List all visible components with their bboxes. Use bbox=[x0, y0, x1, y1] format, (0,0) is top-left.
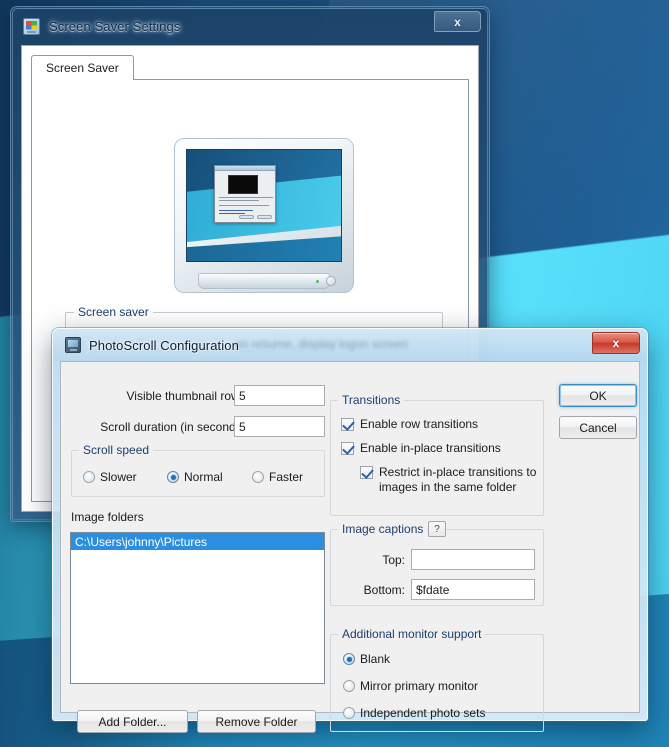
checkbox-label: Restrict in-place transitions to images … bbox=[379, 465, 537, 494]
preview-mini-dialog bbox=[214, 165, 276, 223]
ok-button[interactable]: OK bbox=[559, 384, 637, 407]
checkbox-enable-row-transitions[interactable]: Enable row transitions bbox=[341, 417, 536, 431]
image-captions-group: Image captions ? Top: Bottom: $fdate bbox=[330, 521, 544, 606]
screen-saver-group-legend: Screen saver bbox=[74, 305, 153, 319]
radio-icon bbox=[252, 471, 264, 483]
dialog-title: PhotoScroll Configuration bbox=[89, 337, 239, 353]
checkbox-label: Enable in-place transitions bbox=[360, 441, 501, 455]
radio-scroll-speed-slower[interactable]: Slower bbox=[83, 470, 137, 484]
image-folders-listbox[interactable]: C:\Users\johnny\Pictures bbox=[70, 532, 325, 684]
radio-label: Faster bbox=[269, 470, 304, 484]
radio-scroll-speed-faster[interactable]: Faster bbox=[252, 470, 303, 484]
radio-label: Blank bbox=[360, 652, 391, 666]
checkbox-icon bbox=[341, 418, 354, 431]
radio-label: Independent photo sets bbox=[360, 706, 486, 720]
image-captions-legend: Image captions bbox=[338, 522, 428, 536]
radio-label: Mirror primary monitor bbox=[360, 679, 479, 693]
radio-label: Slower bbox=[100, 470, 137, 484]
caption-top-label: Top: bbox=[382, 553, 405, 567]
monitor-screen bbox=[186, 149, 342, 262]
checkbox-label: Enable row transitions bbox=[360, 417, 479, 431]
window-title: Screen Saver Settings bbox=[49, 18, 181, 34]
monitor-icon bbox=[65, 337, 81, 353]
screen-saver-titlebar[interactable]: Screen Saver Settings bbox=[11, 7, 489, 45]
radio-label: Normal bbox=[184, 470, 223, 484]
remove-folder-button[interactable]: Remove Folder bbox=[197, 710, 316, 733]
tab-screen-saver[interactable]: Screen Saver bbox=[31, 55, 134, 81]
close-icon[interactable]: x bbox=[592, 332, 640, 354]
tab-strip: Screen Saver bbox=[31, 55, 469, 81]
transitions-legend: Transitions bbox=[338, 393, 405, 407]
checkbox-enable-inplace-transitions[interactable]: Enable in-place transitions bbox=[341, 441, 536, 455]
caption-bottom-input[interactable]: $fdate bbox=[411, 579, 535, 600]
monitor-preview bbox=[174, 138, 354, 293]
scroll-speed-legend: Scroll speed bbox=[79, 443, 154, 457]
cancel-button[interactable]: Cancel bbox=[559, 416, 637, 439]
monitor-power-button bbox=[326, 276, 336, 286]
caption-top-input[interactable] bbox=[411, 549, 535, 570]
image-folders-label: Image folders bbox=[71, 510, 144, 524]
radio-icon bbox=[343, 653, 355, 665]
add-folder-button[interactable]: Add Folder... bbox=[77, 710, 188, 733]
radio-icon bbox=[167, 471, 179, 483]
scroll-duration-label: Scroll duration (in seconds): bbox=[100, 420, 249, 434]
radio-monitor-blank[interactable]: Blank bbox=[343, 652, 390, 666]
transitions-group: Transitions Enable row transitions Enabl… bbox=[330, 393, 544, 516]
checkbox-icon bbox=[341, 442, 354, 455]
radio-scroll-speed-normal[interactable]: Normal bbox=[167, 470, 223, 484]
visible-rows-input[interactable]: 5 bbox=[234, 385, 325, 406]
screen-saver-icon bbox=[23, 17, 40, 35]
list-item[interactable]: C:\Users\johnny\Pictures bbox=[71, 533, 324, 550]
scroll-duration-input[interactable]: 5 bbox=[234, 416, 325, 437]
monitor-stand bbox=[198, 273, 330, 289]
close-icon[interactable]: x bbox=[434, 11, 481, 32]
checkbox-icon bbox=[360, 466, 373, 479]
radio-icon bbox=[83, 471, 95, 483]
additional-monitor-support-legend: Additional monitor support bbox=[338, 627, 486, 641]
visible-rows-label: Visible thumbnail rows: bbox=[126, 389, 249, 403]
scroll-speed-group: Scroll speed Slower Normal Faster bbox=[71, 443, 325, 497]
radio-icon bbox=[343, 707, 355, 719]
checkbox-restrict-inplace-transitions[interactable]: Restrict in-place transitions to images … bbox=[360, 465, 538, 495]
photoscroll-titlebar[interactable]: PhotoScroll Configuration bbox=[53, 329, 647, 361]
caption-bottom-label: Bottom: bbox=[363, 583, 405, 597]
photoscroll-configuration-dialog: PhotoScroll Configuration on resume, dis… bbox=[52, 328, 648, 733]
radio-icon bbox=[343, 680, 355, 692]
additional-monitor-support-group: Additional monitor support Blank Mirror … bbox=[330, 627, 544, 732]
monitor-power-led bbox=[316, 280, 319, 283]
help-button[interactable]: ? bbox=[428, 521, 446, 537]
radio-monitor-independent[interactable]: Independent photo sets bbox=[343, 706, 485, 720]
photoscroll-client-area: Visible thumbnail rows: 5 Scroll duratio… bbox=[60, 361, 640, 733]
radio-monitor-mirror[interactable]: Mirror primary monitor bbox=[343, 679, 478, 693]
